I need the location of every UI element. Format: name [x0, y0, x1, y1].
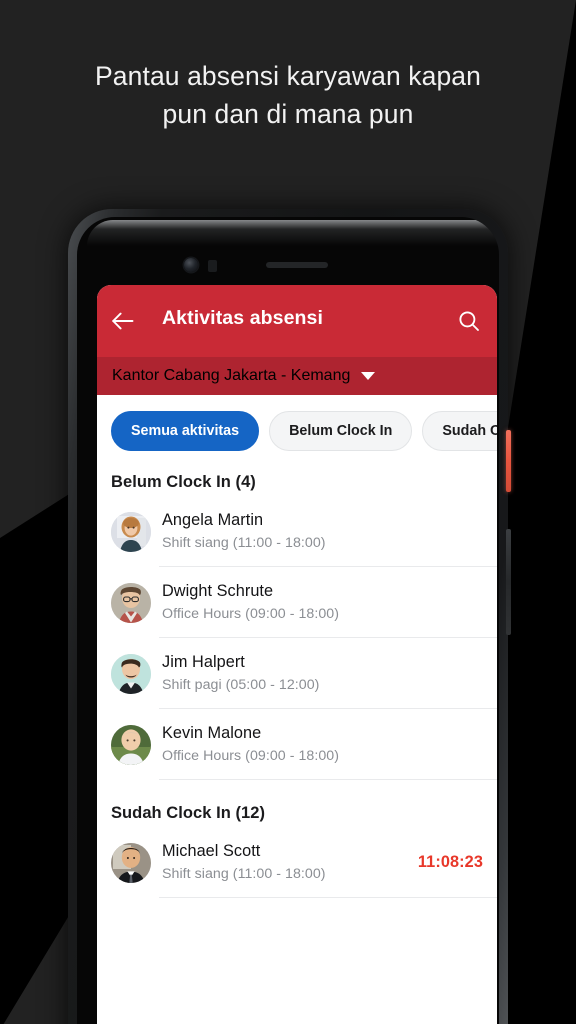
earpiece-speaker-icon	[266, 262, 328, 268]
employee-name: Kevin Malone	[162, 724, 262, 742]
proximity-sensor-icon	[208, 260, 217, 272]
row-text: Angela Martin Shift siang (11:00 - 18:00…	[162, 509, 483, 554]
promo-headline-line-1: Pantau absensi karyawan kapan	[95, 61, 481, 91]
promo-headline-line-2: pun dan di mana pun	[162, 99, 414, 129]
row-text: Dwight Schrute Office Hours (09:00 - 18:…	[162, 580, 483, 625]
row-divider	[159, 779, 497, 780]
search-icon[interactable]	[457, 309, 481, 333]
employee-schedule: Shift pagi (05:00 - 12:00)	[162, 677, 320, 693]
employee-schedule: Shift siang (11:00 - 18:00)	[162, 535, 326, 551]
table-row[interactable]: Kevin Malone Office Hours (09:00 - 18:00…	[97, 709, 497, 780]
table-row[interactable]: Angela Martin Shift siang (11:00 - 18:00…	[97, 496, 497, 567]
clock-in-time: 11:08:23	[417, 853, 483, 871]
app-bar: Aktivitas absensi	[97, 285, 497, 357]
location-selector[interactable]: Kantor Cabang Jakarta - Kemang	[97, 357, 497, 395]
employee-schedule: Shift siang (11:00 - 18:00)	[162, 866, 326, 882]
avatar	[111, 582, 151, 623]
section-header-sudah-clock-in: Sudah Clock In (12)	[111, 804, 266, 822]
row-divider	[159, 897, 497, 898]
employee-name: Dwight Schrute	[162, 582, 274, 600]
page-title: Aktivitas absensi	[162, 307, 324, 329]
section-header-belum-clock-in: Belum Clock In (4)	[111, 473, 256, 491]
employee-name: Angela Martin	[162, 511, 264, 529]
bezel-highlight	[87, 220, 499, 246]
row-text: Jim Halpert Shift pagi (05:00 - 12:00)	[162, 651, 483, 696]
promo-screenshot: Pantau absensi karyawan kapan pun dan di…	[0, 0, 576, 1024]
phone-power-button[interactable]	[506, 430, 511, 492]
table-row[interactable]: Jim Halpert Shift pagi (05:00 - 12:00)	[97, 638, 497, 709]
chevron-down-icon	[361, 372, 376, 380]
phone-mockup: Aktivitas absensi Kantor Cabang Jakarta …	[68, 209, 511, 1024]
employee-name: Michael Scott	[162, 842, 261, 860]
avatar	[111, 653, 151, 694]
avatar	[111, 724, 151, 765]
avatar	[111, 511, 151, 552]
table-row[interactable]: Michael Scott Shift siang (11:00 - 18:00…	[97, 827, 497, 898]
filter-chip-bar: Semua aktivitas Belum Clock In Sudah Clo…	[97, 395, 497, 467]
front-camera-icon	[184, 258, 198, 272]
filter-chip-belum-clock-in[interactable]: Belum Clock In	[269, 411, 413, 451]
phone-screen: Aktivitas absensi Kantor Cabang Jakarta …	[97, 285, 497, 1024]
phone-volume-button[interactable]	[506, 529, 511, 635]
avatar	[111, 842, 151, 883]
promo-headline: Pantau absensi karyawan kapan pun dan di…	[0, 57, 576, 133]
location-selector-label: Kantor Cabang Jakarta - Kemang	[112, 367, 351, 384]
employee-schedule: Office Hours (09:00 - 18:00)	[162, 606, 339, 622]
filter-chip-semua-aktivitas[interactable]: Semua aktivitas	[111, 411, 260, 451]
back-arrow-icon[interactable]	[112, 312, 134, 330]
table-row[interactable]: Dwight Schrute Office Hours (09:00 - 18:…	[97, 567, 497, 638]
phone-bezel: Aktivitas absensi Kantor Cabang Jakarta …	[77, 217, 499, 1024]
row-text: Michael Scott Shift siang (11:00 - 18:00…	[162, 840, 410, 885]
row-text: Kevin Malone Office Hours (09:00 - 18:00…	[162, 722, 483, 767]
employee-name: Jim Halpert	[162, 653, 245, 671]
employee-schedule: Office Hours (09:00 - 18:00)	[162, 748, 339, 764]
filter-chip-sudah-clock-in[interactable]: Sudah Clock In	[422, 411, 497, 451]
